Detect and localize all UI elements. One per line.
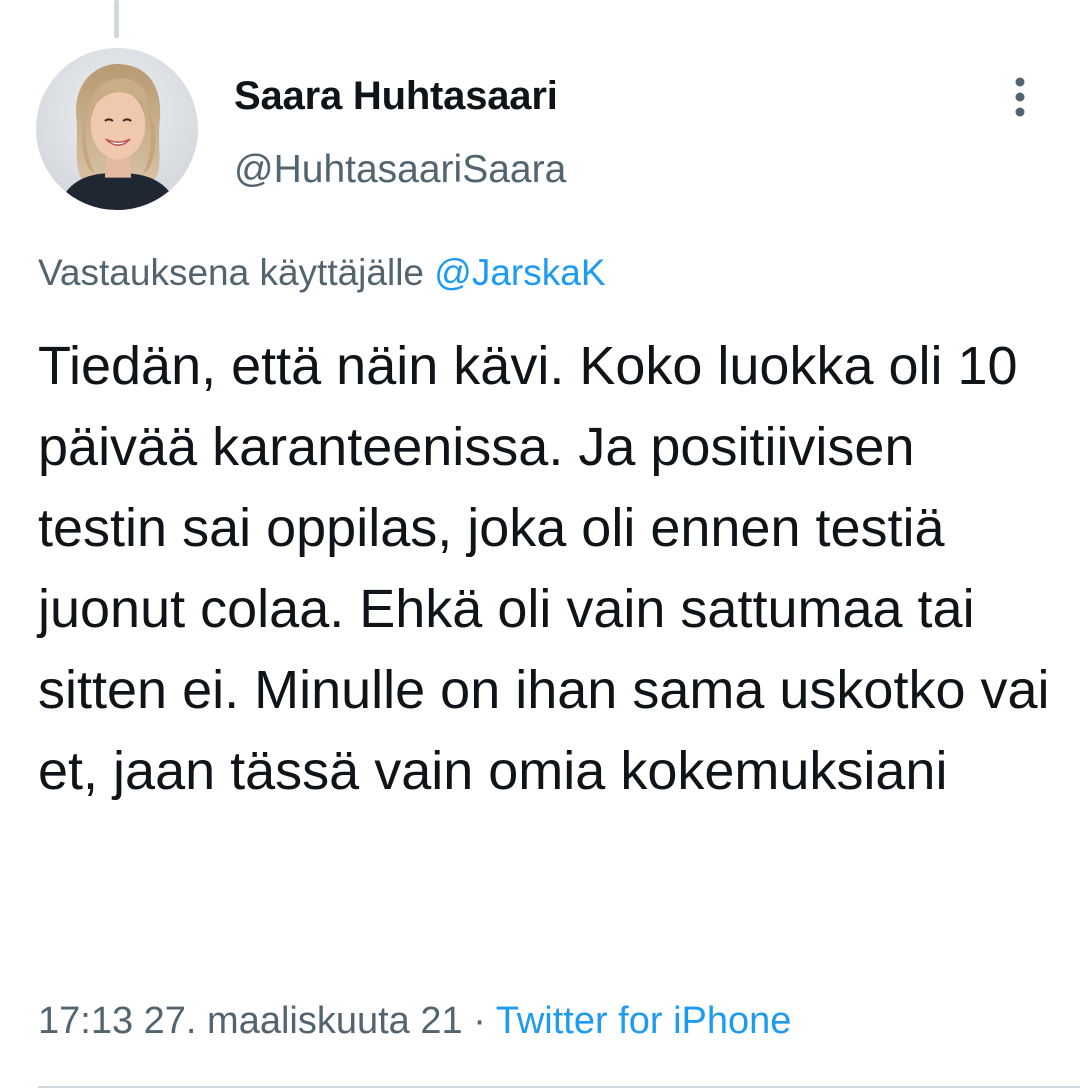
author-display-name[interactable]: Saara Huhtasaari — [234, 74, 558, 119]
more-vertical-icon — [1015, 77, 1025, 117]
more-options-button[interactable] — [1000, 72, 1040, 122]
reply-mention-link[interactable]: @JarskaK — [434, 252, 605, 293]
tweet-source-link[interactable]: Twitter for iPhone — [496, 1000, 792, 1042]
divider — [38, 1086, 1080, 1088]
tweet-text: Tiedän, että näin kävi. Koko luokka oli … — [38, 336, 1050, 801]
meta-separator: · — [473, 1000, 486, 1042]
tweet-timestamp[interactable]: 17:13 27. maaliskuuta 21 — [38, 1000, 463, 1042]
reply-context: Vastauksena käyttäjälle @JarskaK — [38, 252, 606, 294]
thread-connector-line — [114, 0, 119, 38]
avatar-image — [36, 48, 198, 210]
reply-context-prefix: Vastauksena käyttäjälle — [38, 252, 424, 293]
tweet-detail: Saara Huhtasaari @HuhtasaariSaara Vastau… — [0, 0, 1080, 1091]
tweet-meta: 17:13 27. maaliskuuta 21 · Twitter for i… — [38, 1000, 791, 1043]
author-handle[interactable]: @HuhtasaariSaara — [234, 148, 566, 192]
avatar[interactable] — [36, 48, 198, 210]
